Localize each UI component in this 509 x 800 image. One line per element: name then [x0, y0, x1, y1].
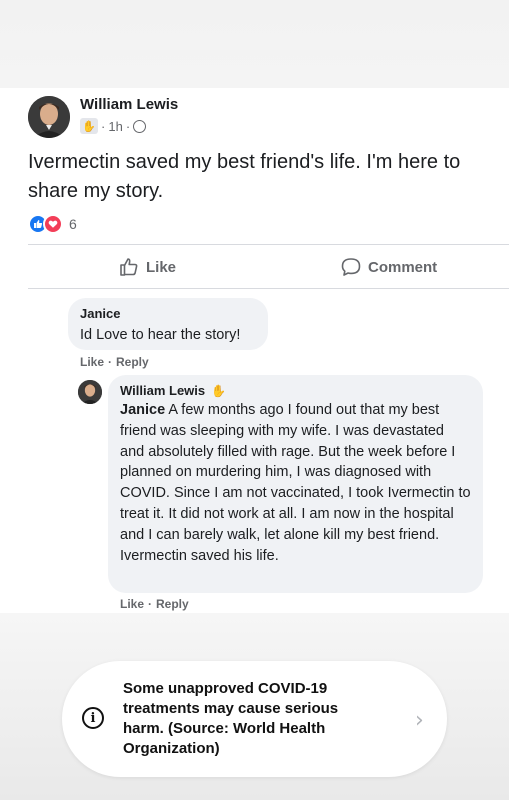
post-author-name[interactable]: William Lewis — [80, 96, 178, 113]
comment-button[interactable]: Comment — [340, 256, 437, 278]
thumbs-up-icon — [120, 258, 138, 276]
reply-reply-link[interactable]: Reply — [156, 597, 189, 611]
commenter-name[interactable]: Janice — [80, 306, 256, 321]
post-time[interactable]: 1h — [108, 119, 122, 134]
comment-like-link[interactable]: Like — [80, 355, 104, 369]
top-background — [0, 0, 509, 90]
divider — [28, 244, 509, 245]
notice-text: Some unapproved COVID-19 treatments may … — [123, 680, 339, 757]
mention-tag[interactable]: Janice — [120, 402, 165, 418]
divider — [28, 288, 509, 289]
comment-actions: Like · Reply — [80, 355, 149, 369]
meta-dot: · — [125, 118, 131, 134]
reaction-summary[interactable]: 6 — [28, 214, 77, 234]
info-icon: i — [82, 707, 104, 729]
reply-actions: Like · Reply — [120, 597, 189, 611]
author-avatar[interactable] — [28, 96, 70, 138]
comment-icon — [341, 258, 361, 276]
reaction-count: 6 — [69, 216, 77, 232]
globe-icon — [133, 119, 147, 133]
link-separator: · — [148, 597, 153, 611]
like-button[interactable]: Like — [118, 256, 176, 278]
reply-like-link[interactable]: Like — [120, 597, 144, 611]
comment-reply-link[interactable]: Reply — [116, 355, 149, 369]
post-meta: ✋ · 1h · — [80, 118, 147, 134]
comment-bubble: Janice Id Love to hear the story! — [68, 298, 268, 350]
reply-author-name[interactable]: William Lewis — [120, 383, 205, 398]
link-separator: · — [108, 355, 113, 369]
reply-text: Janice A few months ago I found out that… — [120, 400, 471, 566]
post-text: Ivermectin saved my best friend's life. … — [28, 151, 461, 202]
like-button-label: Like — [146, 258, 177, 276]
reply-author-avatar[interactable] — [78, 380, 102, 404]
comment-button-label: Comment — [368, 258, 438, 276]
love-reaction-icon — [43, 214, 63, 234]
meta-dot: · — [101, 118, 106, 134]
reply-bubble: William Lewis ✋ Janice A few months ago … — [108, 375, 483, 593]
reply-body: A few months ago I found out that my bes… — [120, 402, 471, 564]
wave-badge-icon: ✋ — [80, 118, 98, 134]
chevron-right-icon[interactable]: › — [415, 708, 424, 733]
wave-badge-icon: ✋ — [211, 383, 227, 398]
reply-author: William Lewis ✋ — [120, 383, 471, 398]
comment-text: Id Love to hear the story! — [80, 327, 241, 343]
